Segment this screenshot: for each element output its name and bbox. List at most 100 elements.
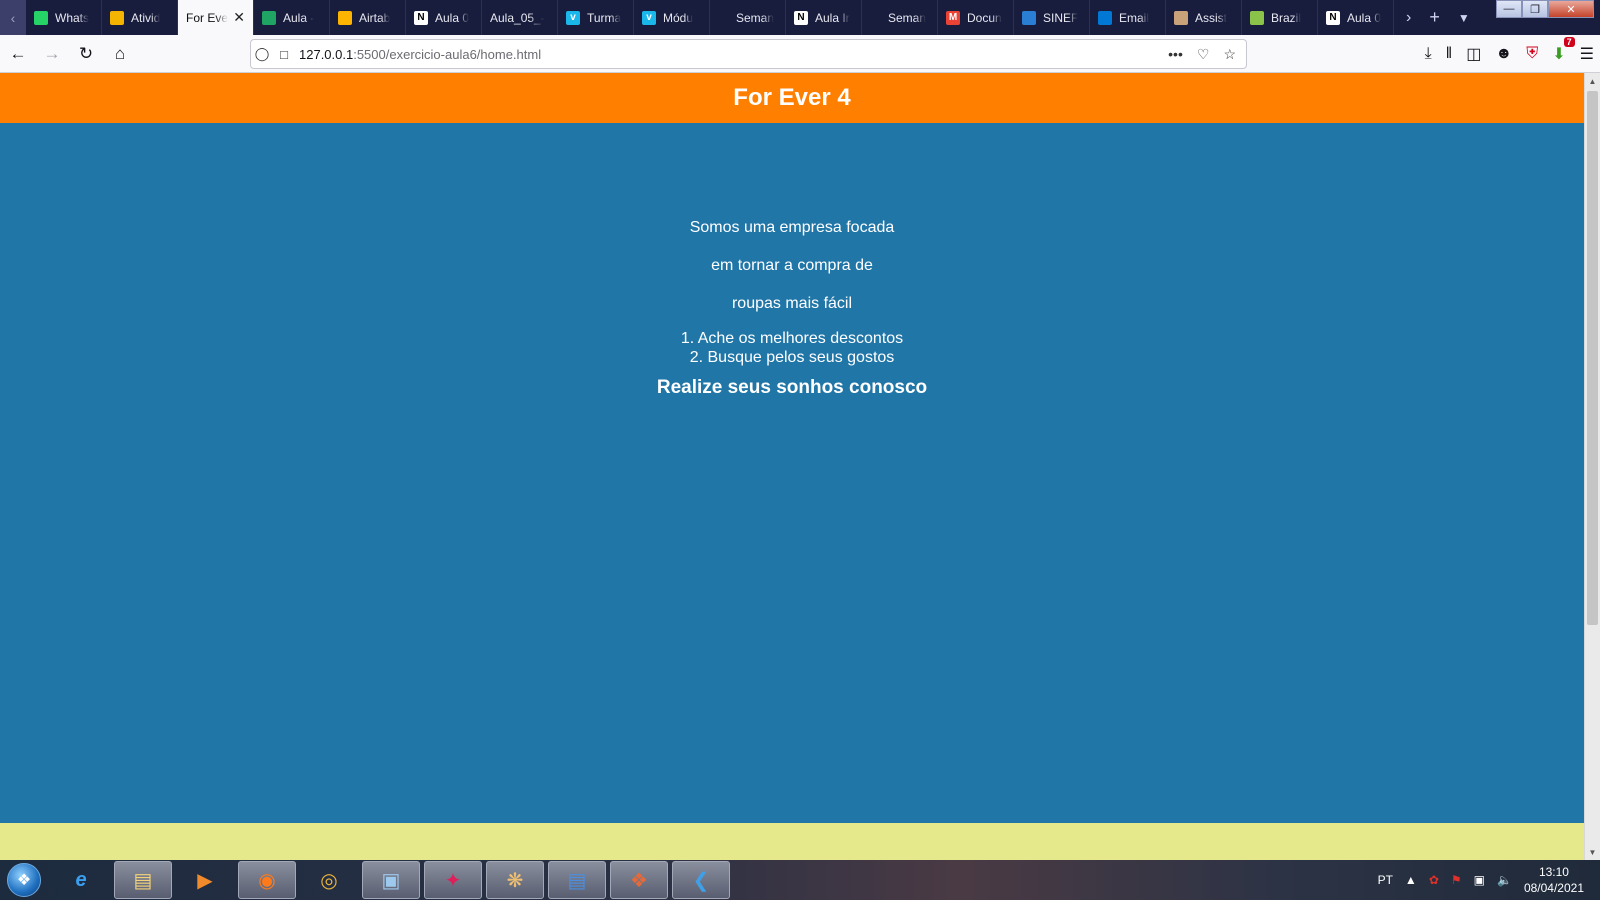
page-actions-menu-icon[interactable]: ••• [1168, 46, 1183, 63]
reload-button[interactable]: ↻ [70, 38, 102, 70]
page-info-icon[interactable]: □ [273, 47, 295, 62]
sinef-icon [1022, 10, 1036, 25]
snipping-tool-icon[interactable]: ❖ [610, 861, 668, 899]
tab[interactable]: v Turma [558, 0, 634, 35]
tab[interactable]: Assist [1166, 0, 1242, 35]
list-all-tabs-button[interactable]: ▼ [1458, 11, 1470, 25]
media-player-icon[interactable]: ▶ [176, 861, 234, 899]
tab[interactable]: Email [1090, 0, 1166, 35]
tab[interactable]: Whats [26, 0, 102, 35]
firefox-icon[interactable]: ◉ [238, 861, 296, 899]
scroll-down-arrow-icon[interactable]: ▼ [1585, 844, 1600, 860]
tracking-protection-shield-icon[interactable]: ◯ [251, 46, 273, 62]
tab[interactable]: N Aula Ir [786, 0, 862, 35]
taskbar: ❖ e ▤ ▶ ◉ ◎ ▣ ✦ ❋ ▤ ❖ ❮ PT ▲ ✿ ⚑ ▣ 🔈 13:… [0, 860, 1600, 900]
tab-title: Módu [663, 10, 694, 25]
action-center-flag-icon[interactable]: ⚑ [1451, 873, 1462, 887]
brazil-icon [1250, 10, 1264, 25]
tab[interactable]: N Aula 0 [406, 0, 482, 35]
tab[interactable]: Seman [862, 0, 938, 35]
url-path: :5500/exercicio-aula6/home.html [353, 46, 542, 62]
tab[interactable]: M Docun [938, 0, 1014, 35]
tab[interactable]: Seman [710, 0, 786, 35]
sidebar-icon[interactable]: ◫ [1466, 44, 1481, 64]
downloads-icon[interactable]: ⤓ [1425, 45, 1432, 63]
tab-title: Airtab [359, 10, 391, 25]
tab-title: Aula_05_- [490, 10, 545, 25]
hamburger-menu-icon[interactable]: ☰ [1580, 44, 1594, 64]
clock-time: 13:10 [1538, 865, 1569, 879]
scroll-up-arrow-icon[interactable]: ▲ [1585, 73, 1600, 89]
site-header: For Ever 4 [0, 73, 1584, 123]
new-tab-button[interactable]: + [1429, 7, 1440, 28]
library-icon[interactable]: ‖ [1446, 45, 1453, 63]
tab-active[interactable]: For Eve ✕ [178, 0, 254, 35]
tab-title: Ativid [131, 10, 161, 25]
back-button[interactable]: ← [2, 38, 34, 70]
clock[interactable]: 13:10 08/04/2021 [1524, 864, 1584, 896]
tab-title: Aula 0 [435, 10, 470, 25]
start-button[interactable]: ❖ [0, 860, 48, 900]
address-bar[interactable]: ◯ □ 127.0.0.1:5500/exercicio-aula6/home.… [250, 39, 1247, 69]
network-icon[interactable]: ▣ [1474, 873, 1485, 887]
tab-title: For Eve [186, 10, 229, 25]
tab[interactable]: SINEF [1014, 0, 1090, 35]
forward-button[interactable]: → [36, 38, 68, 70]
vertical-scrollbar[interactable]: ▲ ▼ [1584, 73, 1600, 860]
tab-title: Docun [967, 10, 1002, 25]
tab-title: Seman [736, 10, 775, 25]
google-drive-icon [262, 10, 276, 25]
tab[interactable]: Brazil [1242, 0, 1318, 35]
document-editor-icon[interactable]: ▤ [548, 861, 606, 899]
list-item: 1. Ache os melhores descontos [680, 330, 904, 347]
minimize-window-button[interactable]: — [1496, 0, 1522, 18]
tab[interactable]: N Aula 0 [1318, 0, 1394, 35]
assist-icon [1174, 10, 1188, 25]
restore-window-button[interactable]: ❐ [1522, 0, 1548, 18]
close-window-button[interactable]: ✕ [1548, 0, 1594, 18]
tab-title: Aula 0 [1347, 10, 1382, 25]
tab[interactable]: Airtab [330, 0, 406, 35]
tab-title: Turma [587, 10, 622, 25]
outlook-icon [1098, 10, 1112, 25]
tab[interactable]: Ativid [102, 0, 178, 35]
ublock-shield-icon[interactable]: ⛨ [1526, 45, 1538, 63]
vimeo-icon: v [642, 10, 656, 25]
volume-icon[interactable]: 🔈 [1497, 873, 1512, 887]
tab-title: SINEF [1043, 10, 1079, 25]
scrollbar-thumb[interactable] [1587, 91, 1598, 625]
slack-icon[interactable]: ✦ [424, 861, 482, 899]
whatsapp-icon [34, 10, 48, 25]
vscode-icon[interactable]: ❮ [672, 861, 730, 899]
internet-explorer-icon[interactable]: e [52, 861, 110, 899]
gmail-icon: M [946, 10, 960, 25]
tab[interactable]: v Módu [634, 0, 710, 35]
url-host: 127.0.0.1 [299, 46, 354, 62]
address-bar-url[interactable]: 127.0.0.1:5500/exercicio-aula6/home.html [299, 47, 541, 62]
download-extension-icon[interactable]: ⬇ 7 [1552, 37, 1575, 64]
benefits-list: 1. Ache os melhores descontos 2. Busque … [0, 329, 1584, 367]
home-button[interactable]: ⌂ [104, 38, 136, 70]
close-tab-icon[interactable]: ✕ [229, 9, 245, 26]
tab-title: Whats [55, 10, 90, 25]
bookmark-star-icon[interactable]: ☆ [1223, 46, 1236, 63]
navigation-toolbar: ← → ↻ ⌂ ◯ □ 127.0.0.1:5500/exercicio-aul… [0, 35, 1600, 73]
account-icon[interactable]: ☻ [1495, 45, 1512, 63]
file-explorer-icon[interactable]: ▤ [114, 861, 172, 899]
tab[interactable]: Aula_05_- [482, 0, 558, 35]
tab[interactable]: Aula - [254, 0, 330, 35]
tab-title: Aula Ir [815, 10, 850, 25]
show-hidden-icons-icon[interactable]: ▲ [1405, 873, 1417, 887]
paint-icon[interactable]: ❋ [486, 861, 544, 899]
page-title: For Ever 4 [733, 84, 851, 111]
pocket-icon[interactable]: ♡ [1197, 46, 1210, 63]
scroll-tabs-left-button[interactable]: ‹ [0, 0, 26, 35]
chrome-icon[interactable]: ◎ [300, 861, 358, 899]
scroll-tabs-right-button[interactable]: › [1406, 9, 1411, 27]
tab-title: Assist [1195, 10, 1228, 25]
notion-icon: N [414, 10, 428, 25]
tagline: Realize seus sonhos conosco [656, 377, 928, 398]
language-indicator[interactable]: PT [1378, 873, 1393, 887]
photo-viewer-icon[interactable]: ▣ [362, 861, 420, 899]
adobe-icon[interactable]: ✿ [1429, 873, 1439, 887]
